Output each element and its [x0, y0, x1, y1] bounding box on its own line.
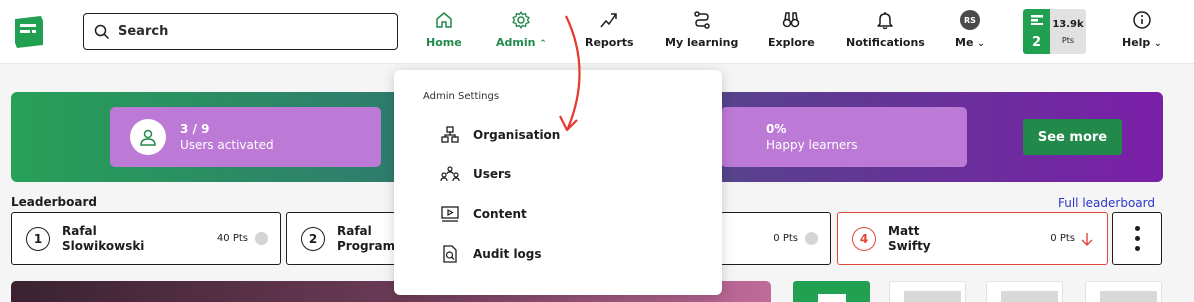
home-icon	[436, 12, 452, 28]
nav-me[interactable]: RS Me ⌄	[955, 10, 985, 54]
stat-label: Users activated	[180, 138, 274, 152]
search-box[interactable]	[83, 13, 398, 50]
learner-points: 0 Pts	[773, 233, 798, 244]
menu-item-audit-logs[interactable]: Audit logs	[440, 243, 542, 265]
nav-reports-label: Reports	[585, 36, 634, 49]
dropdown-title: Admin Settings	[423, 91, 500, 102]
points-panel: 13.9k Pts	[1050, 9, 1086, 54]
stat-text: 3 / 9 Users activated	[180, 122, 274, 152]
avatar-placeholder	[255, 232, 268, 245]
see-more-button[interactable]: See more	[1023, 119, 1122, 155]
content-tile[interactable]	[986, 281, 1063, 302]
users-icon	[440, 166, 460, 182]
nav-admin-label: Admin ⌃	[496, 36, 547, 49]
app-root: Home Admin ⌃ Reports My learning	[0, 0, 1194, 302]
more-vertical-icon	[1134, 226, 1140, 231]
rank-badge: 4	[852, 226, 876, 251]
user-icon	[130, 119, 166, 155]
info-icon	[1133, 11, 1151, 29]
full-leaderboard-link[interactable]: Full leaderboard	[1058, 196, 1155, 210]
nav-help-label: Help ⌄	[1122, 36, 1162, 49]
menu-item-content[interactable]: Content	[440, 203, 527, 225]
avatar-placeholder	[805, 232, 818, 245]
content-tile[interactable]	[793, 281, 870, 302]
learner-name: Matt Swifty	[888, 223, 931, 253]
tile-thumbnail	[818, 294, 846, 302]
level-panel: 2	[1023, 9, 1050, 54]
avatar: RS	[959, 10, 980, 30]
nav-me-label: Me ⌄	[955, 36, 985, 49]
points-badge[interactable]: 2 13.9k Pts	[1023, 9, 1086, 54]
stat-value: 3 / 9	[180, 122, 210, 136]
stat-text: 0% Happy learners	[766, 122, 858, 152]
bell-icon	[877, 12, 894, 30]
chevron-down-icon: ⌄	[1154, 39, 1162, 49]
content-tile[interactable]	[889, 281, 966, 302]
menu-item-label: Audit logs	[473, 247, 542, 261]
learner-points: 0 Pts	[1050, 233, 1075, 244]
nav-home[interactable]: Home	[426, 10, 462, 54]
leaderboard-title: Leaderboard	[11, 195, 97, 209]
brand-logo-icon[interactable]	[13, 15, 45, 49]
gear-icon	[512, 11, 531, 29]
nav-my-learning-label: My learning	[665, 36, 739, 49]
nav-explore[interactable]: Explore	[768, 10, 815, 54]
top-navigation-bar: Home Admin ⌃ Reports My learning	[0, 0, 1194, 64]
leaderboard-card[interactable]: 1 Rafal Slowikowski 40 Pts	[11, 212, 281, 265]
tile-thumbnail	[1100, 291, 1157, 302]
learner-name: Rafal Slowikowski	[62, 223, 145, 253]
menu-item-users[interactable]: Users	[440, 163, 511, 185]
stat-label: Happy learners	[766, 138, 858, 152]
nav-admin[interactable]: Admin ⌃	[496, 10, 547, 54]
video-icon	[441, 206, 459, 222]
nav-home-label: Home	[426, 36, 462, 49]
stat-card-happy-learners: 0% Happy learners	[721, 107, 967, 167]
level-number: 2	[1031, 35, 1042, 50]
menu-item-organisation[interactable]: Organisation	[440, 124, 560, 146]
content-tile[interactable]	[1085, 281, 1162, 302]
stat-card-users-activated: 3 / 9 Users activated	[110, 107, 381, 167]
document-search-icon	[443, 245, 457, 263]
arrow-down-icon	[1081, 232, 1093, 246]
hierarchy-icon	[441, 126, 459, 143]
leaderboard-card[interactable]: 4 Matt Swifty 0 Pts	[837, 212, 1108, 265]
rank-badge: 1	[26, 226, 50, 251]
learner-points: 40 Pts	[216, 233, 248, 244]
nav-notifications[interactable]: Notifications	[846, 10, 925, 54]
menu-item-label: Users	[473, 167, 512, 181]
nav-explore-label: Explore	[768, 36, 815, 49]
level-icon	[1030, 15, 1043, 25]
binoculars-icon	[783, 12, 800, 28]
points-value: 13.9k	[1052, 18, 1084, 30]
chevron-down-icon: ⌄	[977, 39, 985, 49]
admin-settings-dropdown: Admin Settings Organisation Users Conten…	[394, 70, 722, 295]
tile-thumbnail	[1001, 291, 1058, 302]
chevron-up-icon: ⌃	[539, 39, 547, 49]
rank-badge: 2	[301, 226, 325, 251]
stat-value: 0%	[766, 122, 787, 136]
search-input[interactable]	[118, 24, 368, 39]
nav-my-learning[interactable]: My learning	[665, 10, 738, 54]
search-icon	[94, 24, 110, 39]
more-options-button[interactable]	[1112, 212, 1162, 265]
nav-notifications-label: Notifications	[846, 36, 925, 49]
trend-icon	[600, 13, 618, 28]
menu-item-label: Content	[473, 207, 527, 221]
tile-thumbnail	[904, 291, 961, 302]
menu-item-label: Organisation	[473, 128, 561, 142]
points-unit: Pts	[1061, 35, 1075, 45]
path-icon	[693, 11, 710, 29]
nav-help[interactable]: Help ⌄	[1122, 10, 1162, 54]
nav-reports[interactable]: Reports	[585, 10, 634, 54]
